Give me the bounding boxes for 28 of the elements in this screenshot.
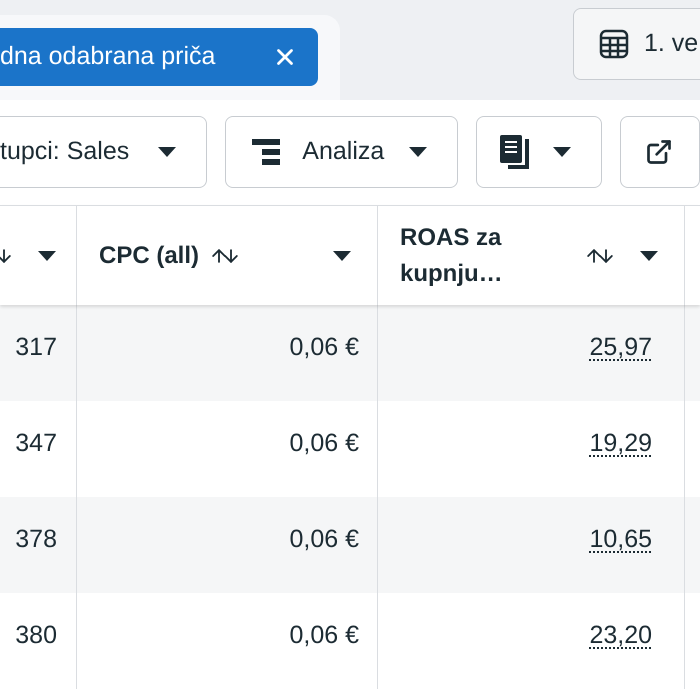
table-cell-text: 317 [15,332,57,363]
breakdown-icon [252,139,280,165]
export-icon [644,138,673,166]
table-cell-text: 0,06 € [289,524,359,555]
table-cell-text: 380 [15,620,57,651]
columns-button[interactable]: tupci: Sales [0,116,208,188]
caret-icon [38,250,56,260]
calendar-icon [598,28,630,60]
table-cell-text: 0,06 € [289,620,359,651]
caret-icon [408,147,427,157]
caret-icon [552,147,571,157]
table-cell-text: 25,97 [589,332,652,363]
breakdown-button[interactable]: Analiza [225,116,458,188]
table-cell-text: 347 [15,428,57,459]
table-cell-text: 0,06 € [289,332,359,363]
filter-chip[interactable]: dna odabrana priča [0,28,318,86]
export-button[interactable] [620,116,700,188]
caret-icon [158,147,176,157]
table-cell-text: 378 [15,524,57,555]
caret-icon [640,250,658,260]
reports-button[interactable] [476,116,602,188]
table-cell-text: 0,06 € [289,428,359,459]
filter-chip-label: dna odabrana priča [0,41,216,72]
table-cell-text: 10,65 [589,524,652,555]
date-button[interactable]: 1. ve [573,8,700,80]
table-cell-text: 23,20 [589,620,652,651]
table-cell-text: 19,29 [589,428,652,459]
caret-icon [333,250,351,260]
